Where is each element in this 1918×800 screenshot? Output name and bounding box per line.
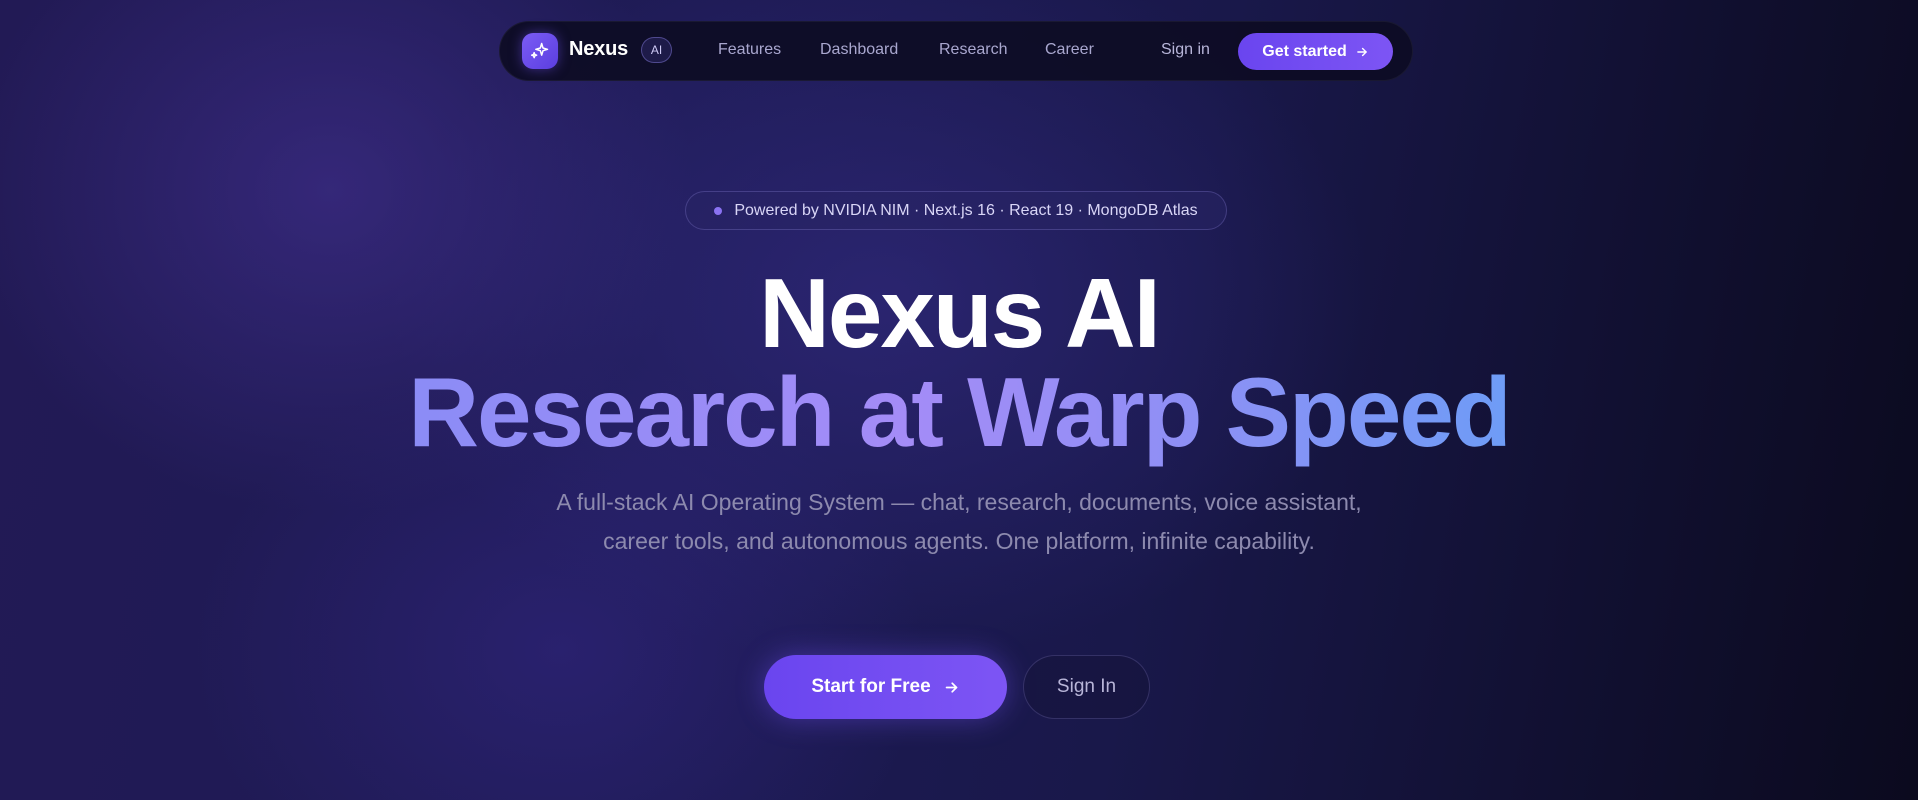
ai-badge: AI	[641, 37, 672, 63]
sign-in-button[interactable]: Sign In	[1023, 655, 1150, 719]
nav-link-features[interactable]: Features	[718, 41, 781, 59]
sign-in-label: Sign In	[1056, 676, 1117, 697]
hero-description: A full-stack AI Operating System — chat,…	[556, 489, 1362, 554]
hero-title: Nexus AI	[759, 258, 1161, 368]
nav-link-career[interactable]: Career	[1045, 41, 1094, 59]
start-for-free-button[interactable]: Start for Free	[764, 655, 1007, 719]
nav-signin-link[interactable]: Sign in	[1161, 41, 1210, 59]
get-started-label: Get started	[1262, 42, 1347, 60]
brand-name[interactable]: Nexus	[569, 38, 628, 61]
sparkles-icon	[530, 42, 549, 59]
nav-link-research[interactable]: Research	[939, 41, 1007, 59]
hero-subtitle: Research at Warp Speed	[0, 357, 1918, 467]
get-started-button[interactable]: Get started	[1238, 33, 1393, 70]
hero-subtitle-text: Research at Warp Speed	[408, 357, 1512, 467]
start-for-free-label: Start for Free	[811, 676, 931, 697]
pill-text: Powered by NVIDIA NIM · Next.js 16 · Rea…	[734, 201, 1198, 219]
arrow-right-icon	[945, 681, 957, 693]
arrow-right-icon	[1356, 47, 1367, 56]
powered-by-pill: Powered by NVIDIA NIM · Next.js 16 · Rea…	[685, 191, 1227, 230]
top-navbar: Nexus AI Features Dashboard Research Car…	[499, 21, 1413, 81]
logo[interactable]	[522, 33, 558, 69]
nav-link-dashboard[interactable]: Dashboard	[820, 41, 898, 59]
pill-dot-icon	[714, 206, 723, 215]
